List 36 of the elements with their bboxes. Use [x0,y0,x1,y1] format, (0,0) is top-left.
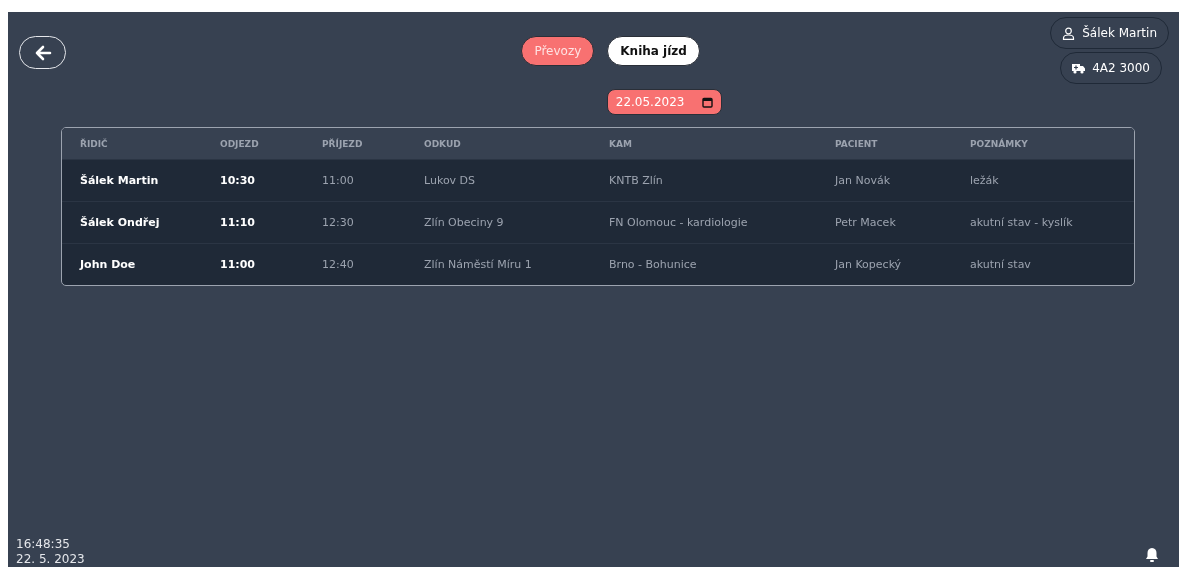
table-cell-text: Petr Macek [835,216,897,229]
table-cell-text: Šálek Ondřej [80,216,161,229]
column-header: ODKUD [424,138,462,149]
table-cell-text: 11:10 [220,216,256,229]
column-header: PŘÍJEZD [322,138,364,149]
clock-date: 22. 5. 2023 [16,552,85,567]
table-cell-text: akutní stav [970,258,1032,271]
column-header: POZNÁMKY [970,138,1029,149]
column-header: KAM [609,138,633,149]
table-cell-text: Jan Kopecký [835,258,903,271]
table-cell-text: 11:00 [322,174,355,187]
ambulance-icon [1072,62,1086,74]
column-header: ODJEZD [220,138,260,149]
table-cell-text: Zlín Náměstí Míru 1 [424,258,533,271]
table-cell-text: 12:40 [322,258,355,271]
calendar-icon [702,96,714,108]
table-cell-text: ležák [970,174,1000,187]
table-cell-text: Brno - Bohunice [609,258,698,271]
clock-time: 16:48:35 [16,537,71,552]
table-cell-text: Šálek Martin [80,174,160,187]
bell-icon[interactable] [1145,547,1159,563]
table-cell-text: 12:30 [322,216,355,229]
table-cell-text: akutní stav - kyslík [970,216,1074,229]
tab[interactable]: Kniha jízd [607,36,700,66]
table-cell-text: John Doe [80,258,137,271]
column-header: PACIENT [835,138,879,149]
column-header: ŘIDIČ [80,138,109,149]
table-cell-text: 10:30 [220,174,256,187]
table-cell-text: FN Olomouc - kardiologie [609,216,749,229]
table-cell-text: 11:00 [220,258,256,271]
table-cell-text: Lukov DS [424,174,477,187]
arrow-left-icon [33,43,52,62]
table-cell-text: Zlín Obeciny 9 [424,216,505,229]
person-icon [1062,26,1076,40]
table-cell-text: KNTB Zlín [609,174,664,187]
table-cell-text: Jan Novák [835,174,892,187]
